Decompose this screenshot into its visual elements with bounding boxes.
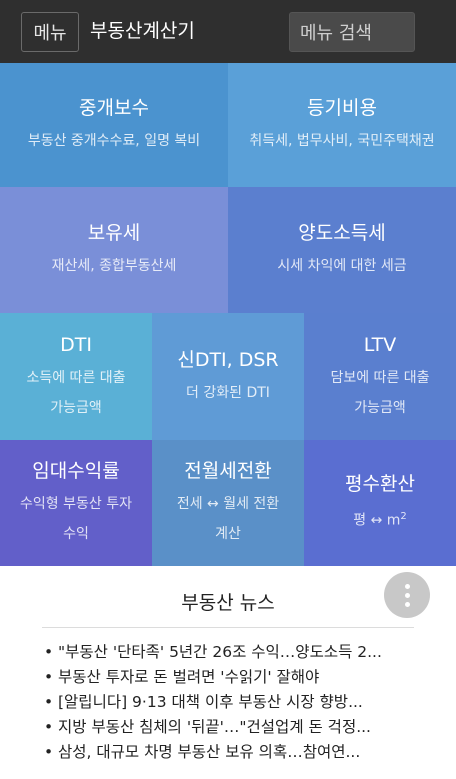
tile-title: 전월세전환 <box>184 460 272 482</box>
tile-description: 재산세, 종합부동산세 <box>51 258 177 274</box>
bullet-icon: • <box>44 743 54 761</box>
more-options-button[interactable] <box>384 572 430 618</box>
tile-title: DTI <box>60 333 92 356</box>
news-item[interactable]: • [알립니다] 9·13 대책 이후 부동산 시장 향방... <box>44 690 424 715</box>
tile-brokerage-fee[interactable]: 중개보수 부동산 중개수수료, 일명 복비 <box>0 63 228 187</box>
tile-description: 수익형 부동산 투자수익 <box>20 496 132 542</box>
tile-description: 취득세, 법무사비, 국민주택채권 <box>249 133 435 149</box>
news-item[interactable]: • 부동산 투자로 돈 벌려면 '수읽기' 잘해야 <box>44 665 424 690</box>
news-item[interactable]: • 삼성, 대규모 차명 부동산 보유 의혹…참여연... <box>44 740 424 765</box>
tile-pyeong-conversion[interactable]: 평수환산 평 ↔ m2 <box>304 440 456 566</box>
tile-description: 시세 차익에 대한 세금 <box>277 258 407 274</box>
tile-title: 평수환산 <box>345 473 415 496</box>
tile-title: 등기비용 <box>307 97 377 119</box>
tile-description: 담보에 따른 대출 가능금액 <box>330 369 430 416</box>
app-title: 부동산계산기 <box>90 20 195 42</box>
bullet-icon: • <box>44 693 54 711</box>
tile-title: 임대수익률 <box>32 460 120 482</box>
news-item[interactable]: • 지방 부동산 침체의 '뒤끝'…"건설업계 돈 걱정... <box>44 715 424 740</box>
news-item[interactable]: • "부동산 '단타족' 5년간 26조 수익…양도소득 2... <box>44 640 424 665</box>
tile-title: 양도소득세 <box>298 222 386 244</box>
bullet-icon: • <box>44 643 54 661</box>
news-divider <box>42 627 414 628</box>
news-list: • "부동산 '단타족' 5년간 26조 수익…양도소득 2... • 부동산 투자… <box>44 640 424 765</box>
tile-description: 더 강화된 DTI <box>186 384 270 401</box>
tile-rental-yield[interactable]: 임대수익률 수익형 부동산 투자수익 <box>0 440 152 566</box>
tile-description: 전세 ↔ 월세 전환 계산 <box>176 496 280 542</box>
tile-title: LTV <box>363 333 397 356</box>
menu-button[interactable]: 메뉴 <box>21 12 79 52</box>
news-section: 부동산 뉴스 • "부동산 '단타족' 5년간 26조 수익…양도소득 2... … <box>0 566 456 779</box>
tile-title: 중개보수 <box>79 97 149 119</box>
tile-dti[interactable]: DTI 소득에 따른 대출 가능금액 <box>0 313 152 440</box>
tile-description-text: 평 ↔ m <box>353 512 401 529</box>
tile-description: 평 ↔ m2 <box>353 502 407 536</box>
news-item-text: 부동산 투자로 돈 벌려면 '수읽기' 잘해야 <box>58 668 320 686</box>
more-dot-icon <box>404 583 410 589</box>
top-bar: 메뉴 부동산계산기 메뉴 검색 <box>0 0 456 63</box>
tile-holding-tax[interactable]: 보유세 재산세, 종합부동산세 <box>0 187 228 313</box>
news-item-text: [알립니다] 9·13 대책 이후 부동산 시장 향방... <box>58 693 363 711</box>
news-item-text: "부동산 '단타족' 5년간 26조 수익…양도소득 2... <box>58 643 382 661</box>
tile-registration-cost[interactable]: 등기비용 취득세, 법무사비, 국민주택채권 <box>228 63 456 187</box>
bullet-icon: • <box>44 668 54 686</box>
more-dot-icon <box>404 592 410 598</box>
superscript-two: 2 <box>400 511 407 523</box>
tile-description: 소득에 따른 대출 가능금액 <box>26 369 126 416</box>
tile-ltv[interactable]: LTV 담보에 따른 대출 가능금액 <box>304 313 456 440</box>
tile-description: 부동산 중개수수료, 일명 복비 <box>27 133 201 149</box>
tile-title: 신DTI, DSR <box>177 348 279 371</box>
news-item-text: 삼성, 대규모 차명 부동산 보유 의혹…참여연... <box>58 743 361 761</box>
tile-jeonse-wolse-conversion[interactable]: 전월세전환 전세 ↔ 월세 전환 계산 <box>152 440 304 566</box>
more-dot-icon <box>404 601 410 607</box>
news-item-text: 지방 부동산 침체의 '뒤끝'…"건설업계 돈 걱정... <box>58 718 371 736</box>
tile-new-dti-dsr[interactable]: 신DTI, DSR 더 강화된 DTI <box>152 313 304 440</box>
tile-capital-gains-tax[interactable]: 양도소득세 시세 차익에 대한 세금 <box>228 187 456 313</box>
tile-title: 보유세 <box>87 222 141 244</box>
menu-search-input[interactable]: 메뉴 검색 <box>289 12 415 52</box>
bullet-icon: • <box>44 718 54 736</box>
